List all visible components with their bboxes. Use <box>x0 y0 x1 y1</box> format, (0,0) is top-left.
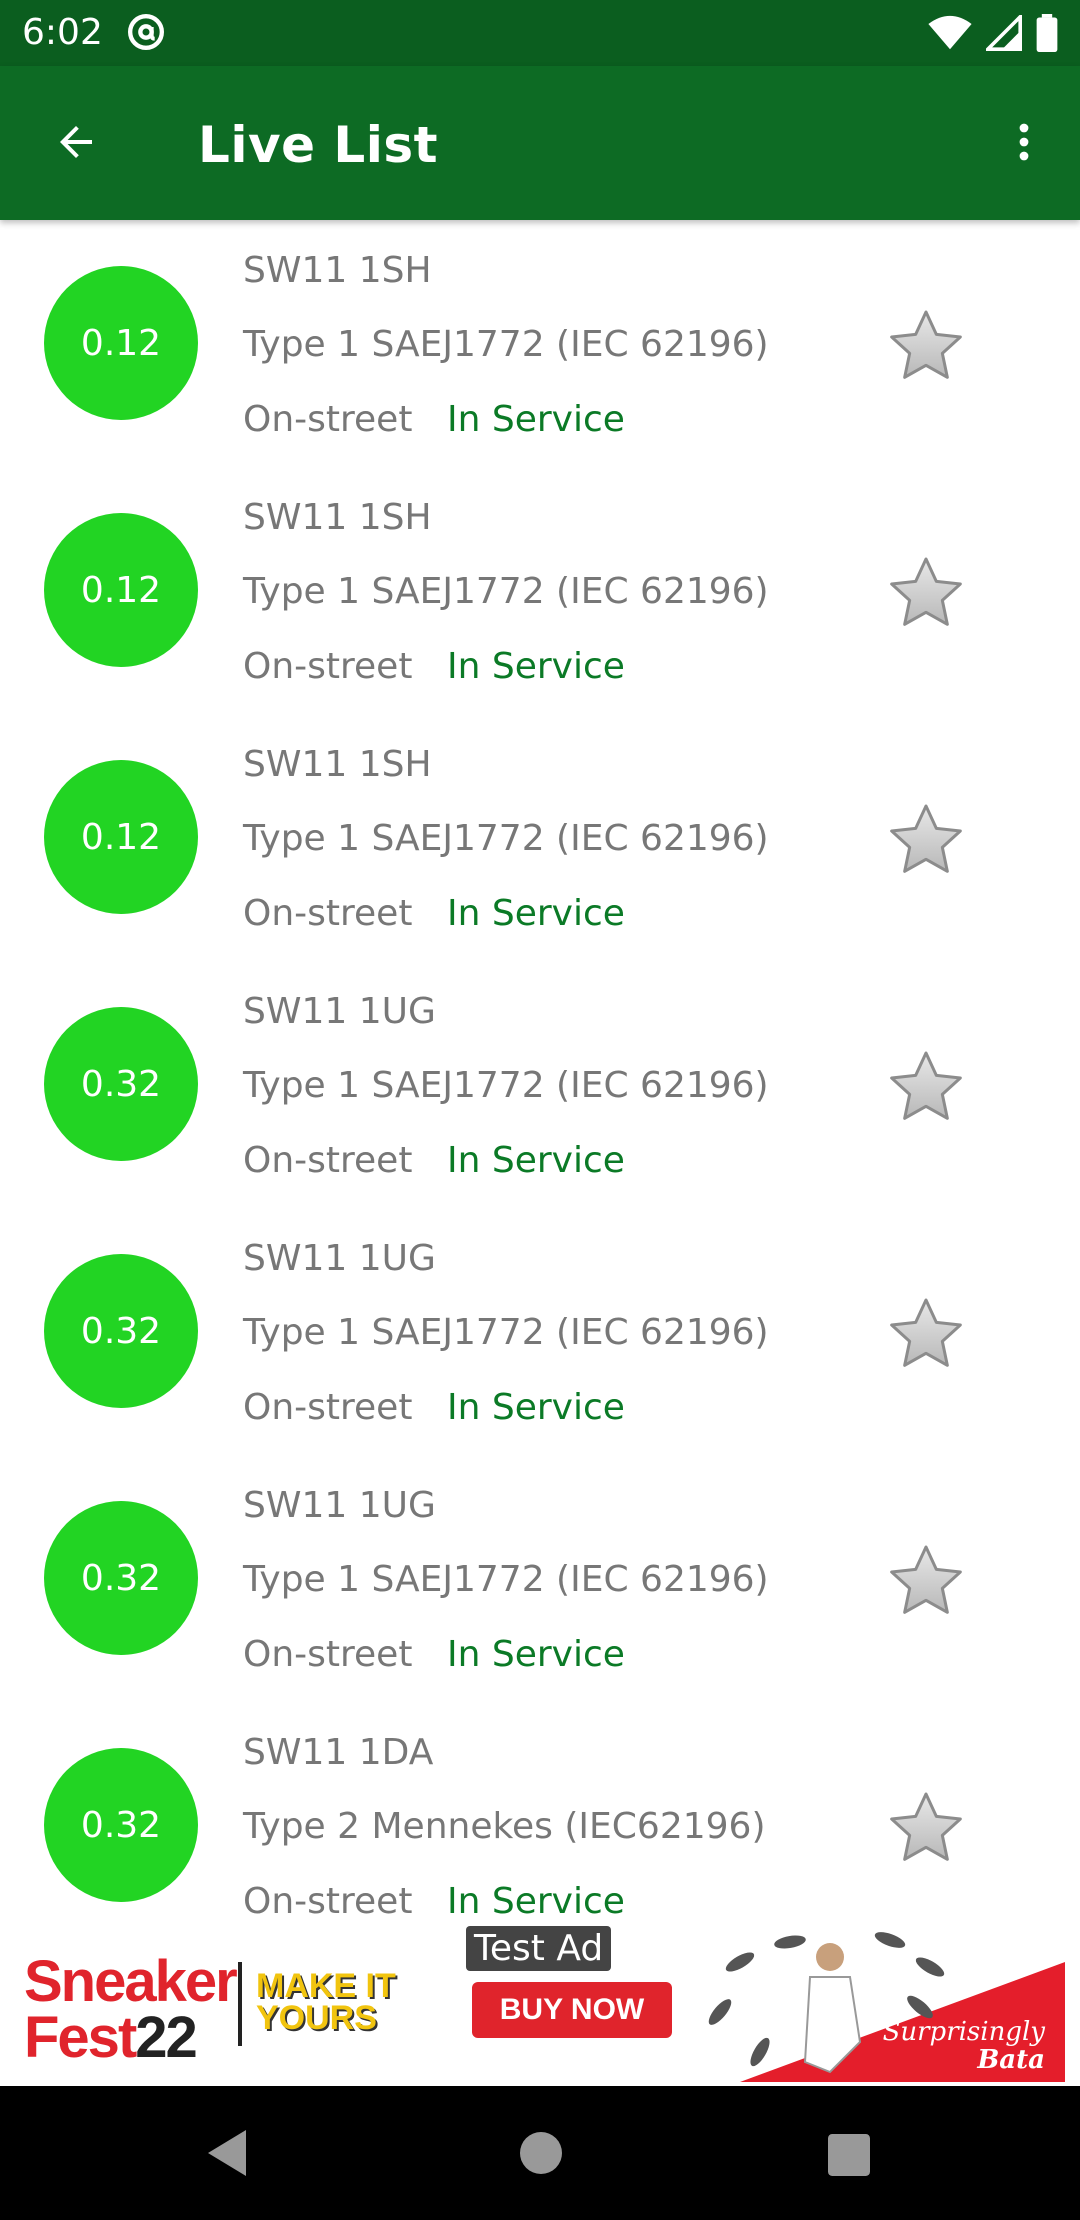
location-type-label: On-street <box>243 646 413 687</box>
postcode-label: SW11 1UG <box>243 991 436 1032</box>
page-title: Live List <box>198 116 439 174</box>
cellular-signal-icon <box>986 15 1022 51</box>
postcode-label: SW11 1DA <box>243 1732 434 1773</box>
more-vert-icon <box>1019 123 1029 161</box>
distance-badge: 0.32 <box>44 1501 198 1655</box>
nav-back-icon[interactable] <box>206 2128 250 2178</box>
favorite-star-icon[interactable] <box>884 1541 968 1621</box>
ad-sponsor: Surprisingly Bata <box>883 2018 1045 2074</box>
at-sign-icon <box>128 14 164 50</box>
location-type-label: On-street <box>243 1387 413 1428</box>
ad-tagline-line1: MAKE IT <box>256 1967 396 2005</box>
distance-badge: 0.12 <box>44 266 198 420</box>
charger-list-item[interactable]: 0.32 SW11 1UG Type 1 SAEJ1772 (IEC 62196) O… <box>0 961 1080 1208</box>
overflow-menu-button[interactable] <box>988 106 1060 178</box>
status-time: 6:02 <box>22 12 103 53</box>
favorite-star-icon[interactable] <box>884 1788 968 1868</box>
distance-badge: 0.32 <box>44 1748 198 1902</box>
favorite-star-icon[interactable] <box>884 1047 968 1127</box>
postcode-label: SW11 1SH <box>243 744 432 785</box>
service-status-label: In Service <box>447 1387 625 1428</box>
connector-type-label: Type 1 SAEJ1772 (IEC 62196) <box>243 571 769 612</box>
service-status-label: In Service <box>447 1634 625 1675</box>
favorite-star-icon[interactable] <box>884 553 968 633</box>
buy-now-button[interactable]: BUY NOW <box>472 1982 672 2038</box>
ad-brand-line1: Sneaker <box>24 1949 238 2014</box>
postcode-label: SW11 1UG <box>243 1485 436 1526</box>
service-status-label: In Service <box>447 1140 625 1181</box>
charger-list-item[interactable]: 0.32 SW11 1UG Type 1 SAEJ1772 (IEC 62196) O… <box>0 1208 1080 1455</box>
ad-brand-fest: Fest <box>24 2005 137 2070</box>
ad-sponsor-line2: Bata <box>977 2045 1045 2075</box>
connector-type-label: Type 1 SAEJ1772 (IEC 62196) <box>243 324 769 365</box>
ad-brand-line2: Fest22 <box>24 2009 236 2067</box>
connector-type-label: Type 1 SAEJ1772 (IEC 62196) <box>243 818 769 859</box>
test-ad-label: Test Ad <box>466 1926 612 1971</box>
location-type-label: On-street <box>243 893 413 934</box>
wifi-icon <box>928 15 972 50</box>
charger-list-item[interactable]: 0.32 SW11 1DA Type 2 Mennekes (IEC62196) On… <box>0 1702 1080 1920</box>
charger-list-item[interactable]: 0.12 SW11 1SH Type 1 SAEJ1772 (IEC 62196) O… <box>0 467 1080 714</box>
connector-type-label: Type 1 SAEJ1772 (IEC 62196) <box>243 1312 769 1353</box>
distance-badge: 0.32 <box>44 1007 198 1161</box>
connector-type-label: Type 1 SAEJ1772 (IEC 62196) <box>243 1065 769 1106</box>
system-nav-bar <box>0 2086 1080 2220</box>
charger-list-item[interactable]: 0.32 SW11 1UG Type 1 SAEJ1772 (IEC 62196) O… <box>0 1455 1080 1702</box>
charger-list-item[interactable]: 0.12 SW11 1SH Type 1 SAEJ1772 (IEC 62196) O… <box>0 220 1080 467</box>
charger-list: 0.12 SW11 1SH Type 1 SAEJ1772 (IEC 62196) O… <box>0 220 1080 1920</box>
distance-badge: 0.12 <box>44 513 198 667</box>
location-type-label: On-street <box>243 1634 413 1675</box>
charger-list-item[interactable]: 0.12 SW11 1SH Type 1 SAEJ1772 (IEC 62196) O… <box>0 714 1080 961</box>
location-type-label: On-street <box>243 1140 413 1181</box>
service-status-label: In Service <box>447 399 625 440</box>
ad-divider <box>238 1962 242 2046</box>
battery-icon <box>1036 14 1058 52</box>
ad-brand-number: 22 <box>135 2005 197 2070</box>
favorite-star-icon[interactable] <box>884 306 968 386</box>
service-status-label: In Service <box>447 893 625 934</box>
postcode-label: SW11 1SH <box>243 250 432 291</box>
favorite-star-icon[interactable] <box>884 1294 968 1374</box>
nav-home-icon[interactable] <box>520 2132 562 2174</box>
distance-badge: 0.12 <box>44 760 198 914</box>
service-status-label: In Service <box>447 1881 625 1920</box>
distance-badge: 0.32 <box>44 1254 198 1408</box>
connector-type-label: Type 1 SAEJ1772 (IEC 62196) <box>243 1559 769 1600</box>
connector-type-label: Type 2 Mennekes (IEC62196) <box>243 1806 766 1847</box>
ad-creative[interactable]: Sneaker Fest22 MAKE IT YOURS Test Ad BUY… <box>10 1922 1065 2082</box>
ad-banner[interactable]: Sneaker Fest22 MAKE IT YOURS Test Ad BUY… <box>0 1920 1080 2086</box>
ad-sponsor-line1: Surprisingly <box>882 2017 1045 2047</box>
arrow-back-icon <box>60 126 92 158</box>
service-status-label: In Service <box>447 646 625 687</box>
location-type-label: On-street <box>243 1881 413 1920</box>
ad-sneakerfest-logo: Sneaker Fest22 <box>24 1949 238 2067</box>
postcode-label: SW11 1UG <box>243 1238 436 1279</box>
back-button[interactable] <box>40 106 112 178</box>
app-bar: Live List <box>0 66 1080 220</box>
nav-recents-icon[interactable] <box>828 2134 870 2176</box>
favorite-star-icon[interactable] <box>884 800 968 880</box>
location-type-label: On-street <box>243 399 413 440</box>
status-icons <box>928 12 1058 54</box>
ad-tagline-line2: YOURS <box>256 1999 377 2037</box>
ad-tagline: MAKE IT YOURS <box>256 1967 396 2037</box>
postcode-label: SW11 1SH <box>243 497 432 538</box>
status-bar: 6:02 <box>0 0 1080 66</box>
